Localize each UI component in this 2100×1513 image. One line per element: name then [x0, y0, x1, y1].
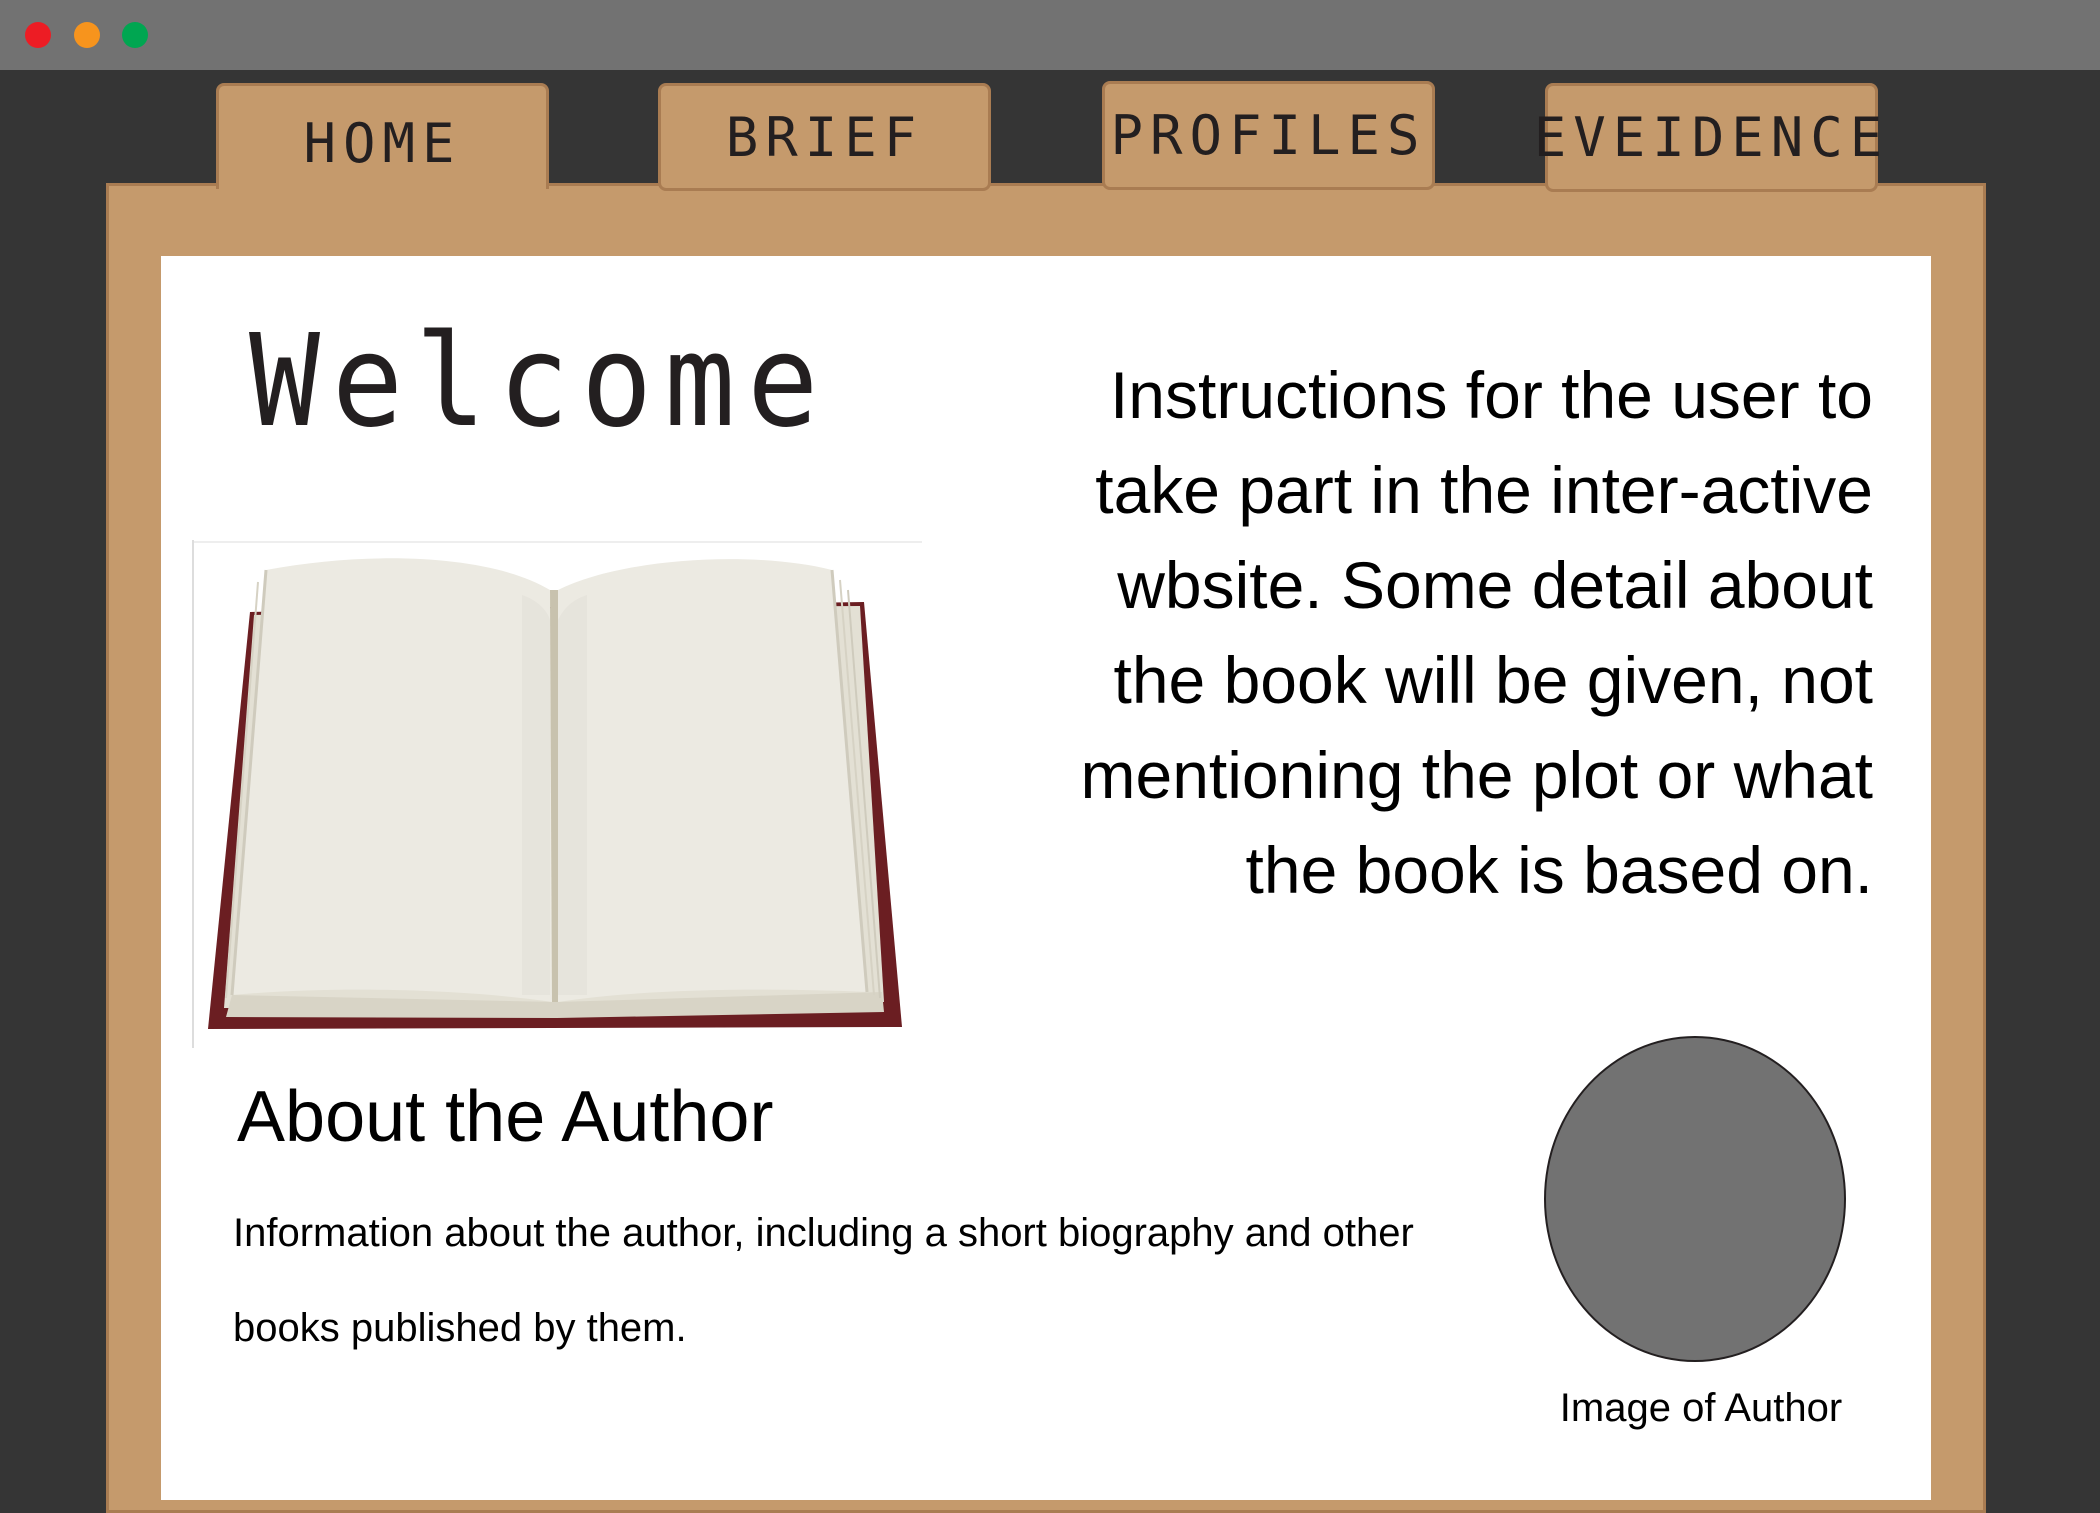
- tab-brief[interactable]: BRIEF: [658, 83, 991, 191]
- tab-profiles-label: PROFILES: [1110, 104, 1427, 167]
- tab-brief-label: BRIEF: [725, 105, 924, 169]
- tab-home-label: HOME: [303, 112, 462, 175]
- author-image-placeholder: [1544, 1036, 1846, 1362]
- maximize-window-button[interactable]: [122, 22, 148, 48]
- about-author-text: Information about the author, including …: [233, 1211, 1414, 1350]
- page-content: Welcome Instructions for the user to tak…: [161, 256, 1931, 1500]
- instructions-text: Instructions for the user to take part i…: [1080, 358, 1873, 907]
- tab-evidence[interactable]: EVEIDENCE: [1534, 83, 1882, 192]
- close-window-button[interactable]: [25, 22, 51, 48]
- window-titlebar: [0, 0, 2100, 70]
- open-book-image: [192, 540, 922, 1048]
- about-author-heading: About the Author: [237, 1077, 774, 1157]
- tab-profiles[interactable]: PROFILES: [1102, 81, 1435, 190]
- author-image-caption: Image of Author: [1559, 1386, 1843, 1430]
- tab-home[interactable]: HOME: [216, 83, 549, 189]
- tab-evidence-label: EVEIDENCE: [1533, 106, 1890, 169]
- page-title: Welcome: [249, 306, 831, 456]
- minimize-window-button[interactable]: [74, 22, 100, 48]
